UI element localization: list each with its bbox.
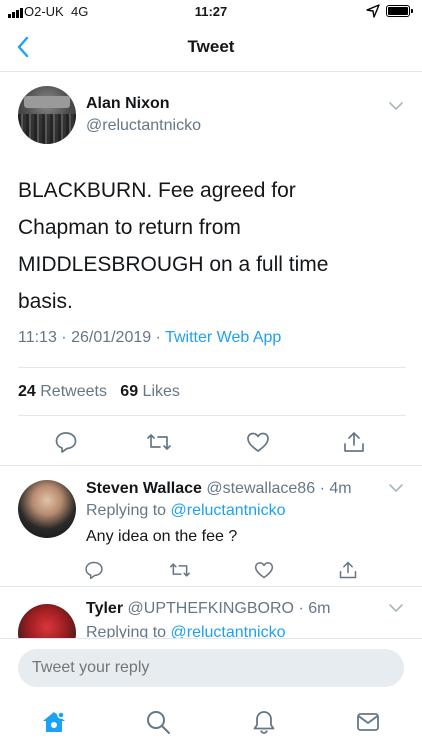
heart-icon <box>247 432 269 452</box>
chevron-down-icon <box>389 101 403 110</box>
reply-options-button[interactable] <box>386 478 406 498</box>
reply-icon <box>85 561 103 580</box>
likes-label: Likes <box>142 383 180 400</box>
retweets-stat[interactable]: 24 Retweets <box>18 383 107 400</box>
page-title: Tweet <box>187 37 235 56</box>
share-button[interactable] <box>340 428 368 456</box>
reply-icon <box>55 432 77 453</box>
tweet-stats: 24 Retweets 69 Likes <box>18 383 180 401</box>
home-icon <box>43 711 65 732</box>
reply-author-name[interactable]: Steven Wallace <box>86 480 202 497</box>
replying-to-prefix: Replying to <box>86 624 171 638</box>
retweet-button[interactable] <box>145 428 173 456</box>
navigation-bar: Tweet <box>0 24 422 72</box>
reply-author-handle[interactable]: @UPTHEFKINGBORO <box>128 600 294 617</box>
likes-stat[interactable]: 69 Likes <box>120 383 180 400</box>
author-name[interactable]: Alan Nixon <box>86 95 170 113</box>
divider <box>18 415 406 416</box>
retweets-count: 24 <box>18 383 36 400</box>
reply-header: Tyler @UPTHEFKINGBORO · 6m <box>86 600 330 618</box>
location-arrow-icon <box>366 4 380 21</box>
messages-icon <box>357 713 379 731</box>
status-bar: O2-UK 4G 11:27 <box>0 0 422 24</box>
replying-to: Replying to @reluctantnicko <box>86 502 285 520</box>
reply-header: Steven Wallace @stewallace86 · 4m <box>86 480 352 498</box>
heart-icon <box>254 562 274 579</box>
retweets-label: Retweets <box>40 383 107 400</box>
reply-avatar[interactable] <box>18 604 76 638</box>
reply-author-name[interactable]: Tyler <box>86 600 123 617</box>
like-button[interactable] <box>252 558 276 582</box>
reply-time: · 6m <box>298 600 331 617</box>
tab-home[interactable] <box>38 706 70 738</box>
tweet-options-button[interactable] <box>386 96 406 116</box>
share-icon <box>344 432 364 452</box>
reply-item[interactable]: Tyler @UPTHEFKINGBORO · 6m Replying to @… <box>0 600 422 638</box>
replying-to: Replying to @reluctantnicko <box>86 624 285 638</box>
reply-composer <box>0 638 422 696</box>
battery-icon <box>386 5 413 17</box>
tweet-timestamp: 11:13 · 26/01/2019 · <box>18 329 166 346</box>
author-avatar[interactable] <box>18 86 76 144</box>
retweet-icon <box>147 434 171 450</box>
divider <box>0 465 422 466</box>
reply-text: Any idea on the fee ? <box>86 528 238 545</box>
reply-author-handle[interactable]: @stewallace86 <box>206 480 315 497</box>
reply-options-button[interactable] <box>386 600 406 618</box>
reply-button[interactable] <box>82 558 106 582</box>
tweet-actions <box>0 428 422 456</box>
search-icon <box>147 711 170 734</box>
reply-time: · 4m <box>319 480 352 497</box>
replying-to-prefix: Replying to <box>86 502 171 519</box>
likes-count: 69 <box>120 383 139 400</box>
retweet-icon <box>170 563 190 577</box>
tab-bar <box>0 696 422 750</box>
reply-actions <box>0 558 422 582</box>
notifications-icon <box>253 711 275 734</box>
replying-to-mention[interactable]: @reluctantnicko <box>171 502 286 519</box>
tab-messages[interactable] <box>352 706 384 738</box>
replying-to-mention[interactable]: @reluctantnicko <box>171 624 286 638</box>
share-button[interactable] <box>336 558 360 582</box>
divider <box>0 586 422 587</box>
status-time: 11:27 <box>194 4 228 19</box>
like-button[interactable] <box>244 428 272 456</box>
tab-search[interactable] <box>142 706 174 738</box>
tweet-text: BLACKBURN. Fee agreed for Chapman to ret… <box>18 179 329 313</box>
chevron-down-icon <box>389 603 403 612</box>
tab-notifications[interactable] <box>248 706 280 738</box>
author-handle[interactable]: @reluctantnicko <box>86 117 201 135</box>
share-icon <box>339 561 357 579</box>
reply-avatar[interactable] <box>18 480 76 538</box>
divider <box>18 367 406 368</box>
retweet-button[interactable] <box>168 558 192 582</box>
tweet-source-link[interactable]: Twitter Web App <box>165 329 281 346</box>
reply-button[interactable] <box>52 428 80 456</box>
tweet-meta: 11:13 · 26/01/2019 · Twitter Web App <box>18 329 281 347</box>
reply-input[interactable] <box>18 649 404 687</box>
chevron-down-icon <box>389 483 403 492</box>
